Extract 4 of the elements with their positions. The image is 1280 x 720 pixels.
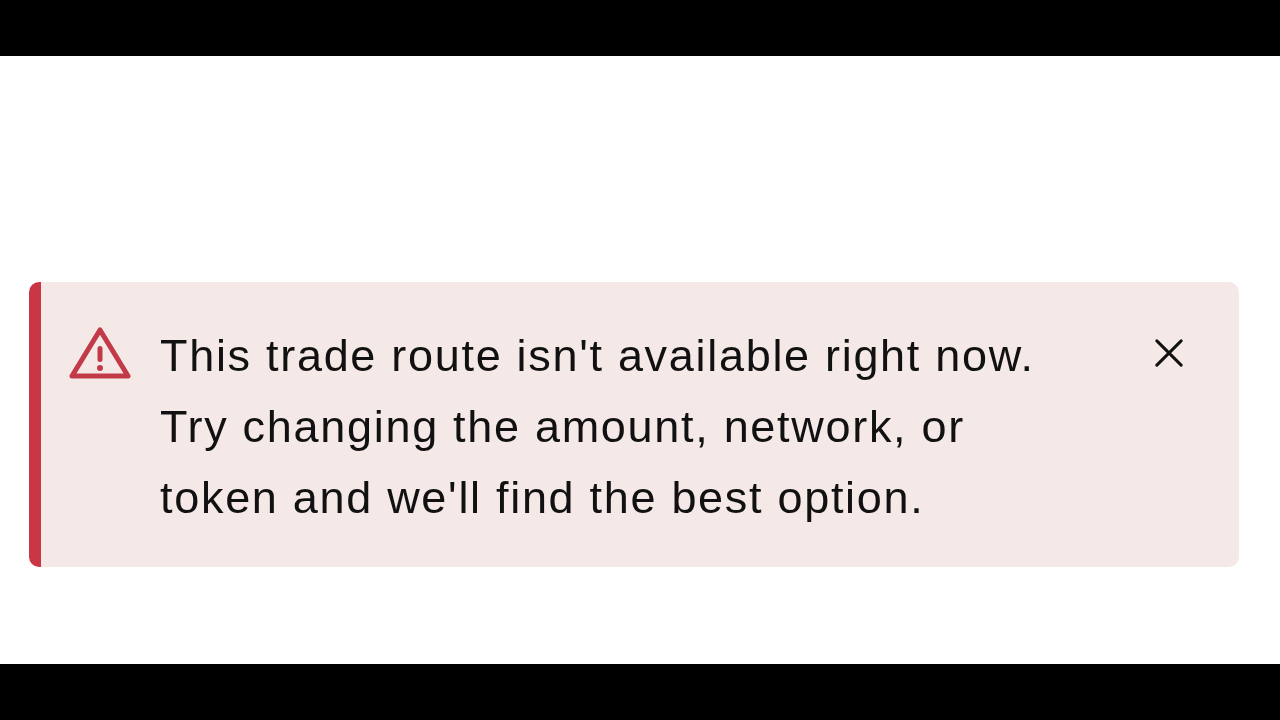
alert-title: This trade route isn't available right now.: [160, 329, 1036, 383]
close-icon: [1155, 339, 1183, 367]
alert-message: Try changing the amount, network, or token and we'll find the best option.: [160, 400, 966, 525]
warning-icon: [68, 325, 132, 381]
